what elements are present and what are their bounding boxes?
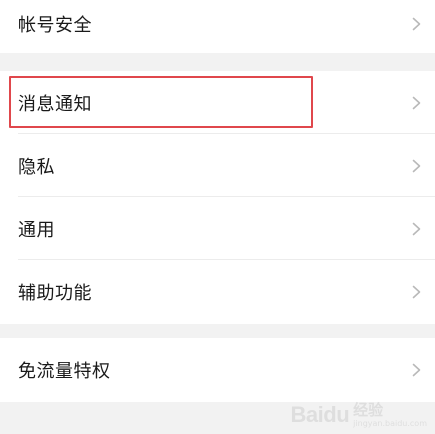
watermark-en: jingyan.baidu.com xyxy=(353,418,427,428)
settings-item-label: 消息通知 xyxy=(18,93,92,115)
settings-item-general[interactable]: 通用 xyxy=(0,197,435,260)
settings-group-account: 帐号安全 xyxy=(0,0,435,53)
watermark-cn: 经验 xyxy=(353,400,384,419)
settings-item-accessibility[interactable]: 辅助功能 xyxy=(0,260,435,324)
chevron-right-icon xyxy=(412,285,421,299)
settings-item-data-saver[interactable]: 免流量特权 xyxy=(0,338,435,402)
chevron-right-icon xyxy=(412,96,421,109)
settings-item-account-security[interactable]: 帐号安全 xyxy=(0,0,435,53)
watermark-text: 经验 jingyan.baidu.com xyxy=(353,400,427,428)
baidu-watermark: Baidu 经验 jingyan.baidu.com xyxy=(291,402,427,428)
chevron-right-icon xyxy=(412,363,421,377)
watermark-logo: Baidu xyxy=(290,402,350,427)
settings-item-label: 帐号安全 xyxy=(18,14,92,36)
chevron-right-icon xyxy=(412,222,421,235)
settings-group-main: 消息通知 隐私 通用 辅助功能 xyxy=(0,71,435,324)
chevron-right-icon xyxy=(412,159,421,172)
settings-item-label: 免流量特权 xyxy=(18,361,111,382)
settings-item-label: 通用 xyxy=(18,219,55,241)
settings-item-label: 辅助功能 xyxy=(18,283,92,304)
settings-item-notifications[interactable]: 消息通知 xyxy=(0,71,435,134)
settings-item-label: 隐私 xyxy=(18,156,55,178)
settings-group-extras: 免流量特权 xyxy=(0,338,435,402)
chevron-right-icon xyxy=(412,17,421,30)
settings-item-privacy[interactable]: 隐私 xyxy=(0,134,435,197)
